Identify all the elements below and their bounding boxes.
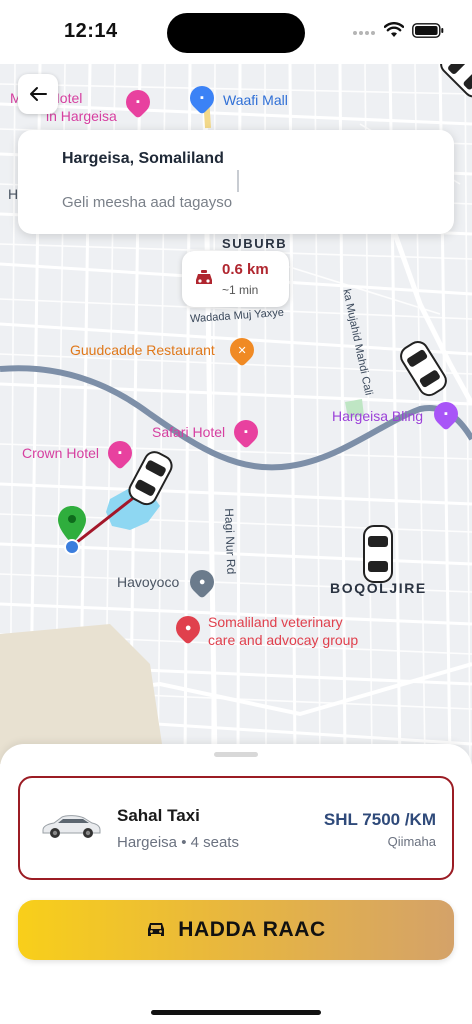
signal-icon bbox=[352, 24, 376, 42]
wifi-icon bbox=[383, 22, 405, 43]
vet-label-line1: Somaliland veterinary bbox=[208, 614, 343, 630]
hargeisa-bling-label: Hargeisa Bling bbox=[332, 408, 424, 424]
home-indicator[interactable] bbox=[151, 1010, 321, 1015]
sheet-handle[interactable] bbox=[214, 752, 258, 757]
ride-price-label: Qiimaha bbox=[387, 834, 436, 849]
safari-hotel-label: Safari Hotel bbox=[152, 424, 226, 440]
waafi-mall-label: Waafi Mall bbox=[223, 92, 288, 108]
text-caret bbox=[237, 170, 239, 192]
back-button[interactable] bbox=[18, 74, 58, 114]
hagi-nur-street-label: Hagi Nur Rd bbox=[222, 508, 239, 575]
taxi-icon bbox=[196, 270, 212, 284]
suburb-label: SUBURB bbox=[222, 236, 288, 251]
vet-label-line2: care and advocay group bbox=[208, 632, 359, 648]
crown-hotel-label: Crown Hotel bbox=[22, 445, 100, 461]
book-ride-button[interactable]: HADDA RAAC bbox=[18, 900, 454, 960]
book-ride-label: HADDA RAAC bbox=[178, 918, 326, 941]
bottom-sheet: Sahal Taxi Hargeisa • 4 seats SHL 7500 /… bbox=[0, 744, 472, 1024]
guudcadde-label: Guudcadde Restaurant bbox=[70, 342, 215, 358]
origin-field[interactable]: Hargeisa, Somaliland bbox=[62, 150, 224, 168]
distance-bubble: 0.6 km ~1 min bbox=[182, 251, 289, 307]
status-icons bbox=[352, 22, 444, 43]
back-arrow-icon bbox=[30, 87, 47, 101]
edge-letter-label: H bbox=[8, 186, 19, 202]
ride-name: Sahal Taxi bbox=[117, 806, 200, 825]
destination-input[interactable]: Geli meesha aad tagayso bbox=[62, 194, 232, 211]
distance-value: 0.6 km bbox=[222, 261, 269, 278]
status-bar: 12:14 bbox=[0, 0, 472, 64]
battery-icon bbox=[412, 22, 444, 43]
car-icon bbox=[148, 923, 165, 936]
ride-meta: Hargeisa • 4 seats bbox=[117, 834, 239, 851]
hotel-partial-label-line2: in Hargeisa bbox=[46, 108, 117, 124]
status-time: 12:14 bbox=[64, 20, 118, 42]
dynamic-island bbox=[167, 13, 305, 53]
route-search-card: Hargeisa, Somaliland Geli meesha aad tag… bbox=[18, 130, 454, 234]
car-icon bbox=[40, 812, 102, 845]
ride-option-card[interactable]: Sahal Taxi Hargeisa • 4 seats SHL 7500 /… bbox=[18, 776, 454, 880]
duration-value: ~1 min bbox=[222, 283, 259, 297]
havoyoco-label: Havoyoco bbox=[117, 574, 180, 590]
ride-price: SHL 7500 /KM bbox=[323, 810, 436, 829]
